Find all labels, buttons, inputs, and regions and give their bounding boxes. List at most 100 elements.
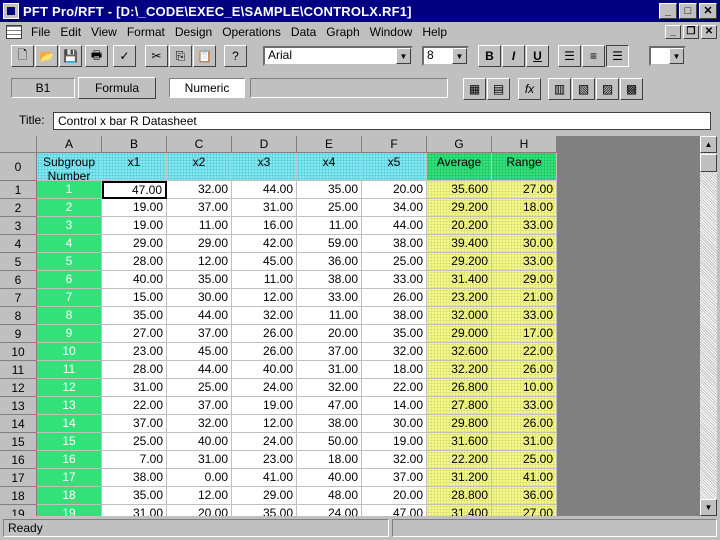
select-all-corner[interactable]: [0, 136, 37, 153]
new-file-icon[interactable]: 🗋: [11, 45, 34, 67]
table-cell[interactable]: 40.00: [167, 433, 232, 451]
table-cell[interactable]: 22.200: [427, 451, 492, 469]
menu-operations[interactable]: Operations: [217, 25, 286, 39]
table-cell[interactable]: 0.00: [167, 469, 232, 487]
table-cell[interactable]: 19.00: [232, 397, 297, 415]
table-cell[interactable]: 29.00: [102, 235, 167, 253]
grid-view-icon[interactable]: ▦: [463, 78, 486, 100]
underline-button[interactable]: U: [526, 45, 549, 67]
table-cell[interactable]: 29.000: [427, 325, 492, 343]
table-cell[interactable]: 32.00: [297, 379, 362, 397]
font-dropdown-arrow-icon[interactable]: ▼: [396, 48, 411, 64]
table-cell[interactable]: 29.200: [427, 199, 492, 217]
menu-graph[interactable]: Graph: [321, 25, 364, 39]
table-cell[interactable]: 12.00: [167, 253, 232, 271]
table-cell[interactable]: 32.600: [427, 343, 492, 361]
bold-button[interactable]: B: [478, 45, 501, 67]
scroll-up-arrow-icon[interactable]: ▲: [700, 136, 717, 153]
table-cell[interactable]: 38.00: [297, 415, 362, 433]
spreadsheet-grid[interactable]: A B C D E F G H 0 Subgroup Number x1 x2 x3 x4 x5 Averag…: [0, 136, 700, 516]
table-cell[interactable]: 38.00: [362, 235, 427, 253]
table-cell[interactable]: 50.00: [297, 433, 362, 451]
row-header[interactable]: 5: [0, 253, 37, 271]
color-select[interactable]: ▼: [649, 46, 686, 66]
table-cell[interactable]: 26.00: [232, 343, 297, 361]
formula-input[interactable]: [250, 78, 448, 98]
table-cell[interactable]: 20.00: [362, 487, 427, 505]
table-cell[interactable]: 11: [37, 361, 102, 379]
row-header[interactable]: 4: [0, 235, 37, 253]
row-header[interactable]: 19: [0, 505, 37, 516]
spellcheck-icon[interactable]: ✓: [113, 45, 136, 67]
table-cell[interactable]: 18.00: [297, 451, 362, 469]
table-cell[interactable]: 35.00: [167, 271, 232, 289]
table-cell[interactable]: 31.00: [492, 433, 557, 451]
table-cell[interactable]: 35.00: [102, 307, 167, 325]
table-cell[interactable]: 25.00: [102, 433, 167, 451]
table-cell[interactable]: 4: [37, 235, 102, 253]
table-cell[interactable]: 12.00: [232, 415, 297, 433]
table-cell[interactable]: 15: [37, 433, 102, 451]
table-cell[interactable]: 31.00: [297, 361, 362, 379]
column-label-cell[interactable]: x3: [232, 153, 297, 181]
table-cell[interactable]: 3: [37, 217, 102, 235]
table-cell[interactable]: 11.00: [167, 217, 232, 235]
table-cell[interactable]: 33.00: [362, 271, 427, 289]
row-header[interactable]: 11: [0, 361, 37, 379]
row-header[interactable]: 18: [0, 487, 37, 505]
table-cell[interactable]: 12.00: [232, 289, 297, 307]
column-label-cell[interactable]: Subgroup Number: [37, 153, 102, 183]
table-cell[interactable]: 32.00: [232, 307, 297, 325]
table-cell[interactable]: 35.00: [362, 325, 427, 343]
table-cell[interactable]: 44.00: [167, 361, 232, 379]
table-cell[interactable]: 27.00: [492, 505, 557, 516]
document-icon[interactable]: [6, 25, 22, 39]
doc-minimize-button[interactable]: _: [665, 25, 681, 39]
row-header[interactable]: 2: [0, 199, 37, 217]
column-header[interactable]: D: [232, 136, 297, 153]
table-cell[interactable]: 30.00: [492, 235, 557, 253]
paste-icon[interactable]: 📋: [193, 45, 216, 67]
table-cell[interactable]: 1: [37, 181, 102, 199]
table-cell[interactable]: 15.00: [102, 289, 167, 307]
table-cell[interactable]: 38.00: [297, 271, 362, 289]
table-cell[interactable]: 37.00: [102, 415, 167, 433]
table-cell[interactable]: 23.00: [232, 451, 297, 469]
table-cell[interactable]: 14.00: [362, 397, 427, 415]
table-cell[interactable]: 44.00: [362, 217, 427, 235]
table-cell[interactable]: 39.400: [427, 235, 492, 253]
column-header[interactable]: B: [102, 136, 167, 153]
row-header[interactable]: 9: [0, 325, 37, 343]
table-cell[interactable]: 41.00: [492, 469, 557, 487]
table-cell[interactable]: 40.00: [232, 361, 297, 379]
table-cell[interactable]: 40.00: [297, 469, 362, 487]
table-cell[interactable]: 42.00: [232, 235, 297, 253]
table-cell[interactable]: 26.00: [492, 415, 557, 433]
table-cell[interactable]: 20.200: [427, 217, 492, 235]
table-cell[interactable]: 9: [37, 325, 102, 343]
table-cell[interactable]: 22.00: [492, 343, 557, 361]
chart-icon[interactable]: ▥: [548, 78, 571, 100]
menu-file[interactable]: File: [26, 25, 55, 39]
table-cell[interactable]: 25.00: [167, 379, 232, 397]
table-cell[interactable]: 59.00: [297, 235, 362, 253]
table-cell[interactable]: 31.600: [427, 433, 492, 451]
table-cell[interactable]: 12: [37, 379, 102, 397]
table-cell[interactable]: 23.00: [102, 343, 167, 361]
table-cell[interactable]: 10: [37, 343, 102, 361]
table-cell[interactable]: 11.00: [232, 271, 297, 289]
table-cell[interactable]: 33.00: [492, 253, 557, 271]
row-header[interactable]: 12: [0, 379, 37, 397]
column-header[interactable]: C: [167, 136, 232, 153]
row-header[interactable]: 1: [0, 181, 37, 199]
table-cell[interactable]: 37.00: [167, 397, 232, 415]
table-cell[interactable]: 38.00: [102, 469, 167, 487]
menu-window[interactable]: Window: [365, 25, 418, 39]
table-cell[interactable]: 37.00: [167, 325, 232, 343]
table-cell[interactable]: 26.00: [362, 289, 427, 307]
table-cell[interactable]: 32.00: [362, 343, 427, 361]
table-cell[interactable]: 44.00: [167, 307, 232, 325]
minimize-button[interactable]: _: [659, 3, 677, 19]
table-cell[interactable]: 16.00: [232, 217, 297, 235]
table-cell[interactable]: 2: [37, 199, 102, 217]
